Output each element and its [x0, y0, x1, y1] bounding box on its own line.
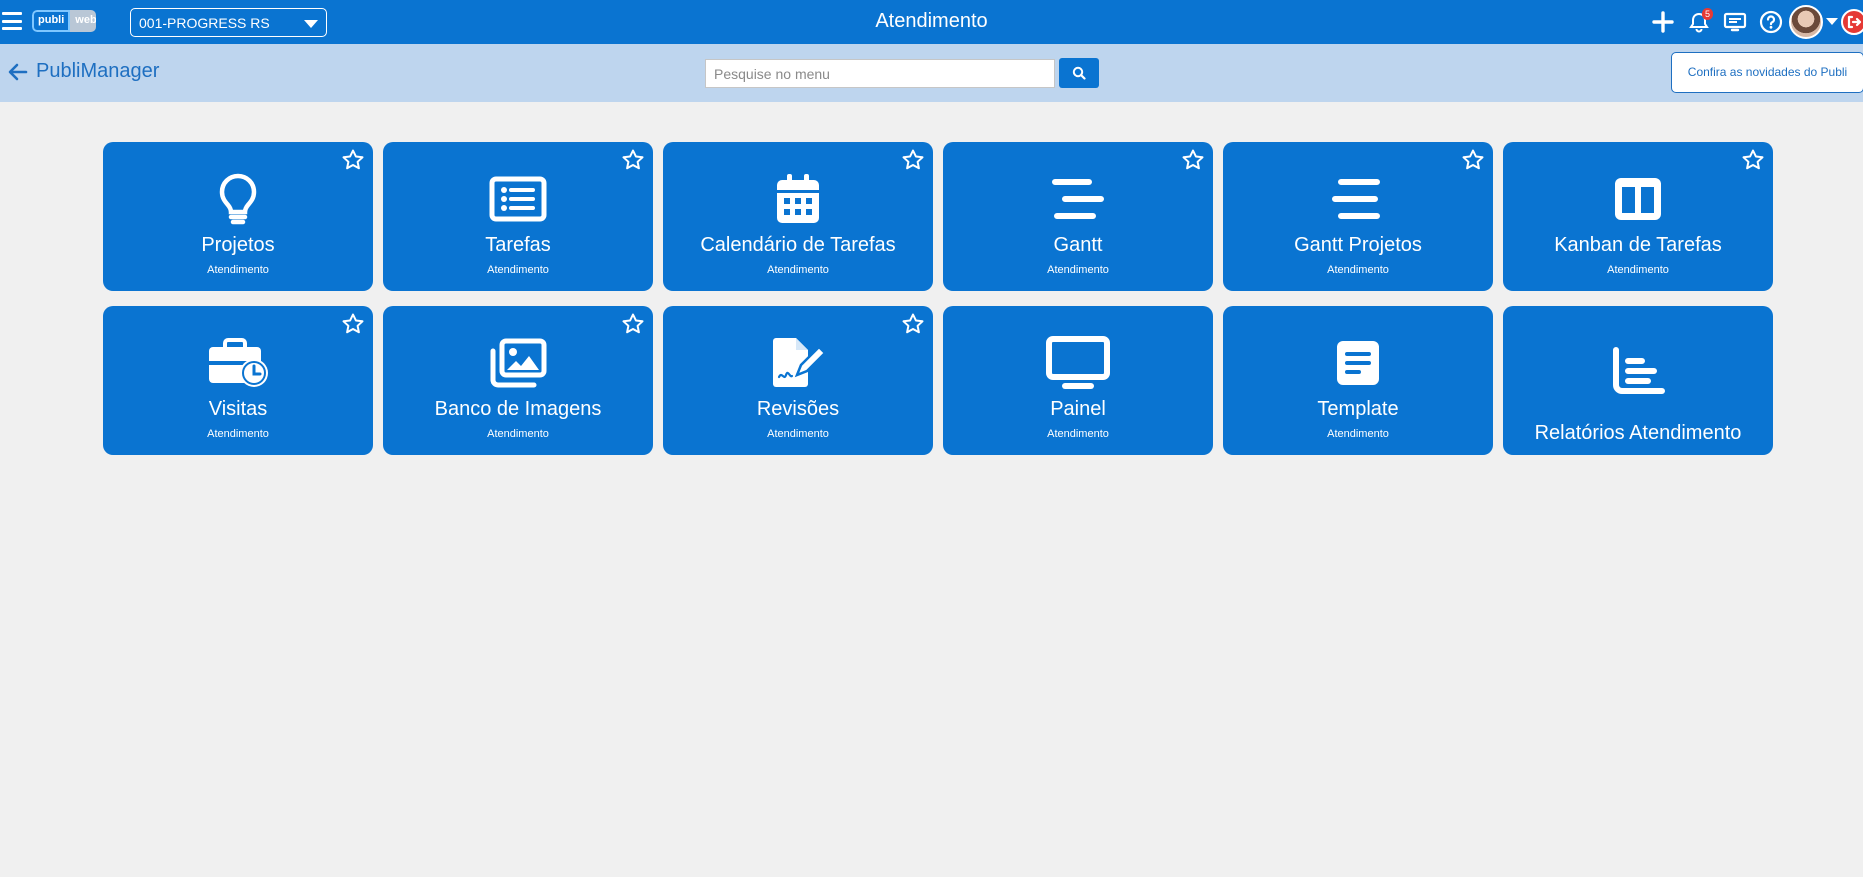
- tile-visitas[interactable]: Visitas Atendimento: [103, 306, 373, 455]
- tile-painel[interactable]: Painel Atendimento: [943, 306, 1213, 455]
- tile-title: Tarefas: [485, 234, 551, 256]
- tile-gantt-projetos[interactable]: Gantt Projetos Atendimento: [1223, 142, 1493, 291]
- search-input[interactable]: [705, 59, 1055, 88]
- news-button[interactable]: Confira as novidades do Publi: [1671, 52, 1863, 93]
- tile-title: Kanban de Tarefas: [1554, 234, 1722, 256]
- lightbulb-icon: [219, 173, 257, 225]
- star-icon[interactable]: [621, 312, 645, 336]
- top-actions: 5: [1645, 0, 1863, 44]
- tile-title: Visitas: [208, 398, 268, 420]
- tile-title: Banco de Imagens: [434, 398, 602, 420]
- help-icon[interactable]: [1753, 0, 1789, 44]
- avatar[interactable]: [1789, 5, 1823, 39]
- tile-projetos[interactable]: Projetos Atendimento: [103, 142, 373, 291]
- tile-title: Gantt Projetos: [1294, 234, 1422, 256]
- arrow-left-icon: [8, 63, 28, 80]
- monitor-icon: [1046, 336, 1110, 389]
- tile-gantt[interactable]: Gantt Atendimento: [943, 142, 1213, 291]
- back-link-label: PubliManager: [36, 60, 160, 82]
- notifications-badge: 5: [1701, 8, 1713, 20]
- plus-icon[interactable]: [1645, 0, 1681, 44]
- file-signature-icon: [773, 338, 827, 387]
- search-icon: [1072, 66, 1086, 80]
- tile-revisoes[interactable]: Revisões Atendimento: [663, 306, 933, 455]
- calendar-icon: [777, 174, 819, 223]
- star-icon[interactable]: [341, 312, 365, 336]
- logout-icon[interactable]: [1841, 9, 1863, 35]
- publiweb-logo[interactable]: publi web: [32, 10, 96, 32]
- module-grid: Projetos Atendimento Tarefas Atendimento…: [103, 142, 1774, 455]
- search-button[interactable]: [1059, 58, 1099, 88]
- star-icon[interactable]: [621, 148, 645, 172]
- bar-chart-icon: [1613, 347, 1665, 394]
- tile-subtitle: Atendimento: [1327, 264, 1389, 276]
- tile-banco-de-imagens[interactable]: Banco de Imagens Atendimento: [383, 306, 653, 455]
- tile-subtitle: Atendimento: [1327, 428, 1389, 440]
- chevron-down-icon[interactable]: [1823, 0, 1841, 44]
- images-icon: [490, 338, 547, 388]
- star-icon[interactable]: [341, 148, 365, 172]
- star-icon[interactable]: [1461, 148, 1485, 172]
- tile-subtitle: Atendimento: [487, 264, 549, 276]
- back-link[interactable]: PubliManager: [8, 60, 159, 83]
- tile-subtitle: Atendimento: [767, 264, 829, 276]
- tile-title: Painel: [1050, 398, 1106, 420]
- tile-title: Gantt: [1053, 234, 1103, 256]
- gantt-icon: [1052, 179, 1104, 219]
- logo-right-text: web: [70, 10, 96, 32]
- tile-tarefas[interactable]: Tarefas Atendimento: [383, 142, 653, 291]
- tile-subtitle: Atendimento: [1607, 264, 1669, 276]
- tile-subtitle: Atendimento: [207, 264, 269, 276]
- gantt-icon: [1332, 179, 1380, 219]
- tile-title: Template: [1317, 398, 1399, 420]
- company-select-value: 001-PROGRESS RS: [139, 15, 270, 31]
- tile-subtitle: Atendimento: [767, 428, 829, 440]
- tile-calendario-de-tarefas[interactable]: Calendário de Tarefas Atendimento: [663, 142, 933, 291]
- chevron-down-icon: [304, 20, 318, 28]
- top-bar: publi web 001-PROGRESS RS Atendimento 5: [0, 0, 1863, 44]
- sub-header: PubliManager Confira as novidades do Pub…: [0, 44, 1863, 102]
- monitor-icon[interactable]: [1717, 0, 1753, 44]
- tile-title: Revisões: [756, 398, 840, 420]
- company-select[interactable]: 001-PROGRESS RS: [130, 8, 327, 37]
- briefcase-clock-icon: [209, 338, 268, 387]
- tile-title: Relatórios Atendimento: [1534, 422, 1742, 444]
- star-icon[interactable]: [1181, 148, 1205, 172]
- tile-subtitle: Atendimento: [207, 428, 269, 440]
- tile-subtitle: Atendimento: [487, 428, 549, 440]
- template-icon: [1337, 341, 1379, 385]
- star-icon[interactable]: [901, 148, 925, 172]
- tile-title: Projetos: [201, 234, 275, 256]
- tile-template[interactable]: Template Atendimento: [1223, 306, 1493, 455]
- tile-subtitle: Atendimento: [1047, 264, 1109, 276]
- tile-subtitle: Atendimento: [1047, 428, 1109, 440]
- notifications-button[interactable]: 5: [1681, 0, 1717, 44]
- kanban-icon: [1615, 178, 1661, 220]
- tile-relatorios-atendimento[interactable]: Relatórios Atendimento: [1503, 306, 1773, 455]
- tile-kanban-de-tarefas[interactable]: Kanban de Tarefas Atendimento: [1503, 142, 1773, 291]
- menu-icon[interactable]: [2, 11, 22, 31]
- logo-left-text: publi: [32, 10, 71, 32]
- list-icon: [489, 176, 547, 222]
- tile-title: Calendário de Tarefas: [700, 234, 896, 256]
- star-icon[interactable]: [901, 312, 925, 336]
- star-icon[interactable]: [1741, 148, 1765, 172]
